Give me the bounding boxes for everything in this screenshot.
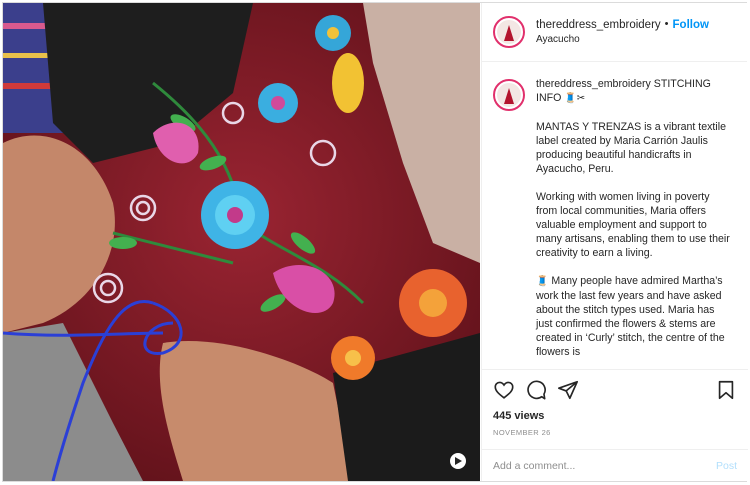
add-comment-bar: Add a comment... Post xyxy=(482,449,748,481)
post-comment-button[interactable]: Post xyxy=(716,460,737,472)
share-icon[interactable] xyxy=(557,379,579,401)
location-link[interactable]: Ayacucho xyxy=(536,34,709,47)
comments-scroll-area[interactable]: thereddress_embroidery STITCHING INFO 🧵✂… xyxy=(482,63,748,369)
post-dialog: thereddress_embroidery • Follow Ayacucho… xyxy=(2,2,748,482)
header-text: thereddress_embroidery • Follow Ayacucho xyxy=(536,18,709,47)
separator-dot: • xyxy=(664,17,669,30)
bookmark-icon[interactable] xyxy=(715,379,737,401)
caption-heading: thereddress_embroidery STITCHING INFO 🧵✂ xyxy=(536,77,731,106)
post-video[interactable] xyxy=(3,3,480,481)
video-icon xyxy=(450,453,466,469)
follow-button[interactable]: Follow xyxy=(673,18,709,32)
username-link[interactable]: thereddress_embroidery xyxy=(536,18,661,32)
caption-avatar[interactable] xyxy=(493,79,525,111)
spool-scissors-icon: 🧵✂ xyxy=(564,93,586,104)
view-count[interactable]: 445 views xyxy=(493,410,737,422)
comment-input[interactable]: Add a comment... xyxy=(493,460,575,472)
comment-icon[interactable] xyxy=(525,379,547,401)
heart-icon[interactable] xyxy=(493,379,515,401)
action-icons xyxy=(493,376,737,404)
header-top-row: thereddress_embroidery • Follow xyxy=(536,18,709,32)
embroidery-image xyxy=(3,3,480,481)
avatar-image xyxy=(497,83,521,107)
avatar-image xyxy=(497,20,521,44)
spool-icon: 🧵 xyxy=(536,276,549,287)
caption-username[interactable]: thereddress_embroidery xyxy=(536,78,651,90)
post-header: thereddress_embroidery • Follow Ayacucho xyxy=(482,3,747,62)
post-side-panel: thereddress_embroidery • Follow Ayacucho… xyxy=(481,3,748,481)
caption-row: thereddress_embroidery STITCHING INFO 🧵✂… xyxy=(493,77,734,359)
post-date[interactable]: NOVEMBER 26 xyxy=(493,428,737,437)
caption-paragraph-3: 🧵 Many people have admired Martha’s work… xyxy=(536,274,731,359)
post-actions: 445 views NOVEMBER 26 xyxy=(482,369,748,437)
caption-paragraph-3-text: Many people have admired Martha’s work t… xyxy=(536,275,725,358)
caption-text: thereddress_embroidery STITCHING INFO 🧵✂… xyxy=(536,77,731,359)
avatar[interactable] xyxy=(493,16,525,48)
caption-paragraph-2: Working with women living in poverty fro… xyxy=(536,191,730,259)
caption-paragraph-1: MANTAS Y TRENZAS is a vibrant textile la… xyxy=(536,121,726,175)
